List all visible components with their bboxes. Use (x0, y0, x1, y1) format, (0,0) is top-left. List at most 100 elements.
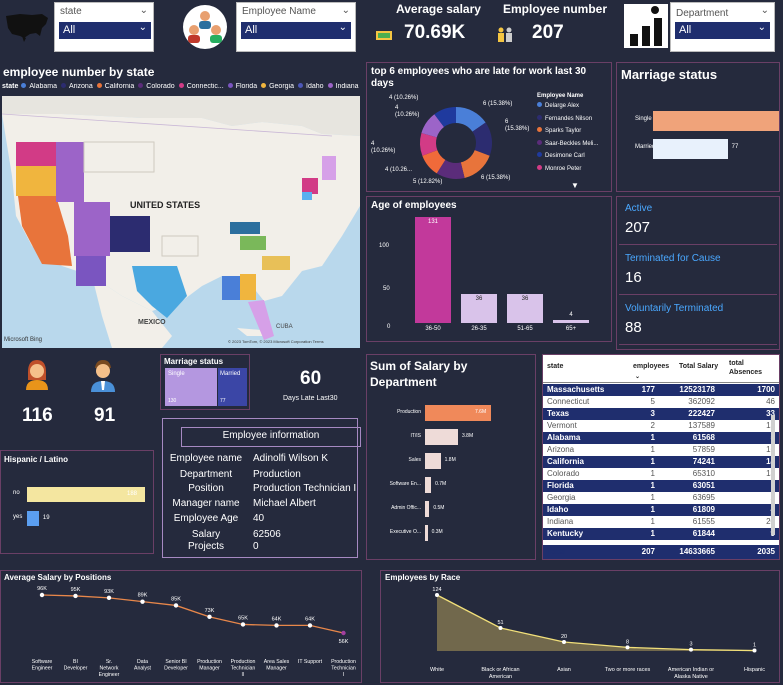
employee-number-value: 207 (532, 22, 564, 43)
positions-point[interactable] (341, 630, 346, 636)
table-row[interactable]: Vermont213758915 (543, 420, 779, 432)
salary-dept-bar[interactable] (425, 429, 458, 445)
status-card-label: Active (625, 203, 653, 214)
employee-name-slicer[interactable]: Employee Name ⌄ All ⌄ (236, 2, 356, 52)
map-legend-item[interactable]: Georgia (261, 83, 294, 90)
marriage-small-married[interactable]: Married 77 (218, 368, 247, 406)
salary-dept-value: 1.8M (444, 457, 456, 463)
sort-icon[interactable]: ⌄ (635, 373, 640, 380)
late-legend-item[interactable]: Monroe Peter (537, 164, 613, 178)
map-legend-label: Arizona (68, 83, 93, 90)
positions-point[interactable] (140, 599, 145, 604)
cell-employees: 1 (650, 481, 655, 490)
positions-point[interactable] (173, 603, 179, 608)
table-row[interactable]: Texas 3 222427 33 (543, 408, 779, 420)
hispanic-bar[interactable] (27, 511, 39, 526)
female-count: 116 (22, 405, 53, 426)
department-slicer[interactable]: Department ⌄ All ⌄ (670, 2, 775, 52)
scroll-down-icon[interactable]: ▼ (571, 181, 579, 190)
salary-dept-value: 0.3M (431, 529, 443, 535)
salary-dept-bar[interactable] (425, 525, 428, 541)
header-total-salary[interactable]: Total Salary (679, 363, 718, 370)
race-x-label-line: American Indian or (668, 667, 714, 673)
chevron-down-icon[interactable]: ⌄ (342, 5, 350, 16)
late-donut[interactable] (417, 103, 495, 183)
table-row[interactable]: Connecticut 5 362092 46 (543, 396, 779, 408)
age-bar[interactable] (415, 217, 451, 323)
positions-point[interactable] (73, 593, 78, 599)
map-cuba-label: CUBA (276, 324, 293, 330)
race-point[interactable] (752, 648, 757, 653)
positions-point[interactable] (39, 592, 45, 598)
employee-name-dropdown[interactable]: All ⌄ (241, 22, 351, 39)
map-legend-item[interactable]: Arizona (60, 83, 93, 90)
race-point[interactable] (562, 639, 566, 644)
table-row[interactable]: Idaho1618094 (543, 504, 779, 516)
salary-dept-bar[interactable] (425, 453, 441, 469)
state-slicer[interactable]: state ⌄ All ⌄ (54, 2, 154, 52)
donut-slice[interactable] (460, 150, 490, 178)
positions-x-label-line: BI (73, 659, 78, 665)
map-legend-item[interactable]: Connectic... (178, 83, 224, 90)
cell-employees: 1 (650, 493, 655, 502)
salary-dept-bar[interactable] (425, 477, 432, 493)
age-bar[interactable] (553, 319, 589, 323)
race-point[interactable] (689, 647, 693, 652)
table-row[interactable]: Arizona15785916 (543, 444, 779, 456)
employee-info-title: Employee information (222, 430, 320, 441)
state-dropdown[interactable]: All ⌄ (59, 22, 151, 39)
table-row[interactable]: Kentucky1618449 (543, 528, 779, 540)
header-state[interactable]: state (547, 363, 563, 370)
race-chart: 124 White 51 Black or African American 20 Asia… (430, 587, 765, 680)
race-point[interactable] (625, 645, 630, 650)
map-legend-item[interactable]: Colorado (138, 83, 175, 90)
map-legend-item[interactable]: Florida (227, 83, 257, 90)
race-point-label: 8 (626, 639, 629, 645)
table-row[interactable]: Georgia1636952 (543, 492, 779, 504)
map-legend-item[interactable]: Indiana (327, 83, 359, 90)
late-legend-item[interactable]: Sparks Taylor (537, 127, 613, 140)
info-value: Production (253, 469, 301, 480)
positions-point[interactable] (207, 614, 212, 620)
map-legend-item[interactable]: Idaho (298, 83, 324, 90)
growth-icon (624, 4, 668, 48)
table-row[interactable]: Indiana16155520 (543, 516, 779, 528)
positions-x-label-line: Manager (199, 666, 220, 672)
map-legend-item[interactable]: California (96, 83, 135, 90)
table-row[interactable]: Colorado16531013 (543, 468, 779, 480)
late-legend-item[interactable]: Delarge Alex (537, 102, 613, 115)
race-point[interactable] (498, 625, 503, 630)
late-legend: Employee Name Delarge Alex Fernandes Nils… (537, 93, 613, 177)
map-legend-label: California (104, 83, 135, 90)
chevron-down-icon[interactable]: ⌄ (140, 5, 148, 16)
positions-point[interactable] (106, 595, 112, 601)
table-row[interactable]: Florida1630511 (543, 480, 779, 492)
marriage-bar[interactable] (653, 111, 779, 131)
department-dropdown[interactable]: All ⌄ (675, 22, 770, 39)
header-employees[interactable]: employees (633, 363, 669, 370)
late-legend-item[interactable]: Fernandes Nilson (537, 114, 613, 128)
table-scrollbar[interactable] (771, 415, 775, 535)
map-legend-item[interactable]: Alabama (21, 83, 57, 90)
positions-point[interactable] (240, 622, 246, 627)
salary-dept-panel: Sum of Salary by Department Production 7.… (366, 354, 536, 560)
marriage-bar[interactable] (653, 139, 728, 159)
header-total-absences[interactable]: total Absences (729, 359, 773, 377)
table-row[interactable]: California17424114 (543, 456, 779, 468)
positions-point[interactable] (274, 623, 279, 628)
table-row[interactable]: Massachusetts 177 12523178 1700 (543, 384, 779, 396)
avg-salary-label: Average salary (396, 2, 481, 16)
race-point[interactable] (435, 593, 439, 597)
us-map[interactable]: UNITED STATES MEXICO CUBA Microsoft Bing… (2, 96, 360, 348)
info-key: Manager name (172, 498, 240, 509)
positions-point[interactable] (307, 623, 313, 628)
table-row[interactable]: Alabama1615685 (543, 432, 779, 444)
map-legend: state Alabama Arizona California Colorado Con… (2, 83, 360, 95)
marriage-small-single[interactable]: Single 130 (165, 368, 217, 406)
race-x-label: Hispanic (744, 667, 765, 673)
salary-dept-bar[interactable] (425, 501, 430, 517)
late-legend-item[interactable]: Saar-Beckles Meli... (537, 139, 613, 153)
hispanic-bar-label: yes (13, 514, 23, 520)
late-legend-item[interactable]: Desimone Carl (537, 152, 613, 165)
chevron-down-icon[interactable]: ⌄ (761, 5, 769, 16)
